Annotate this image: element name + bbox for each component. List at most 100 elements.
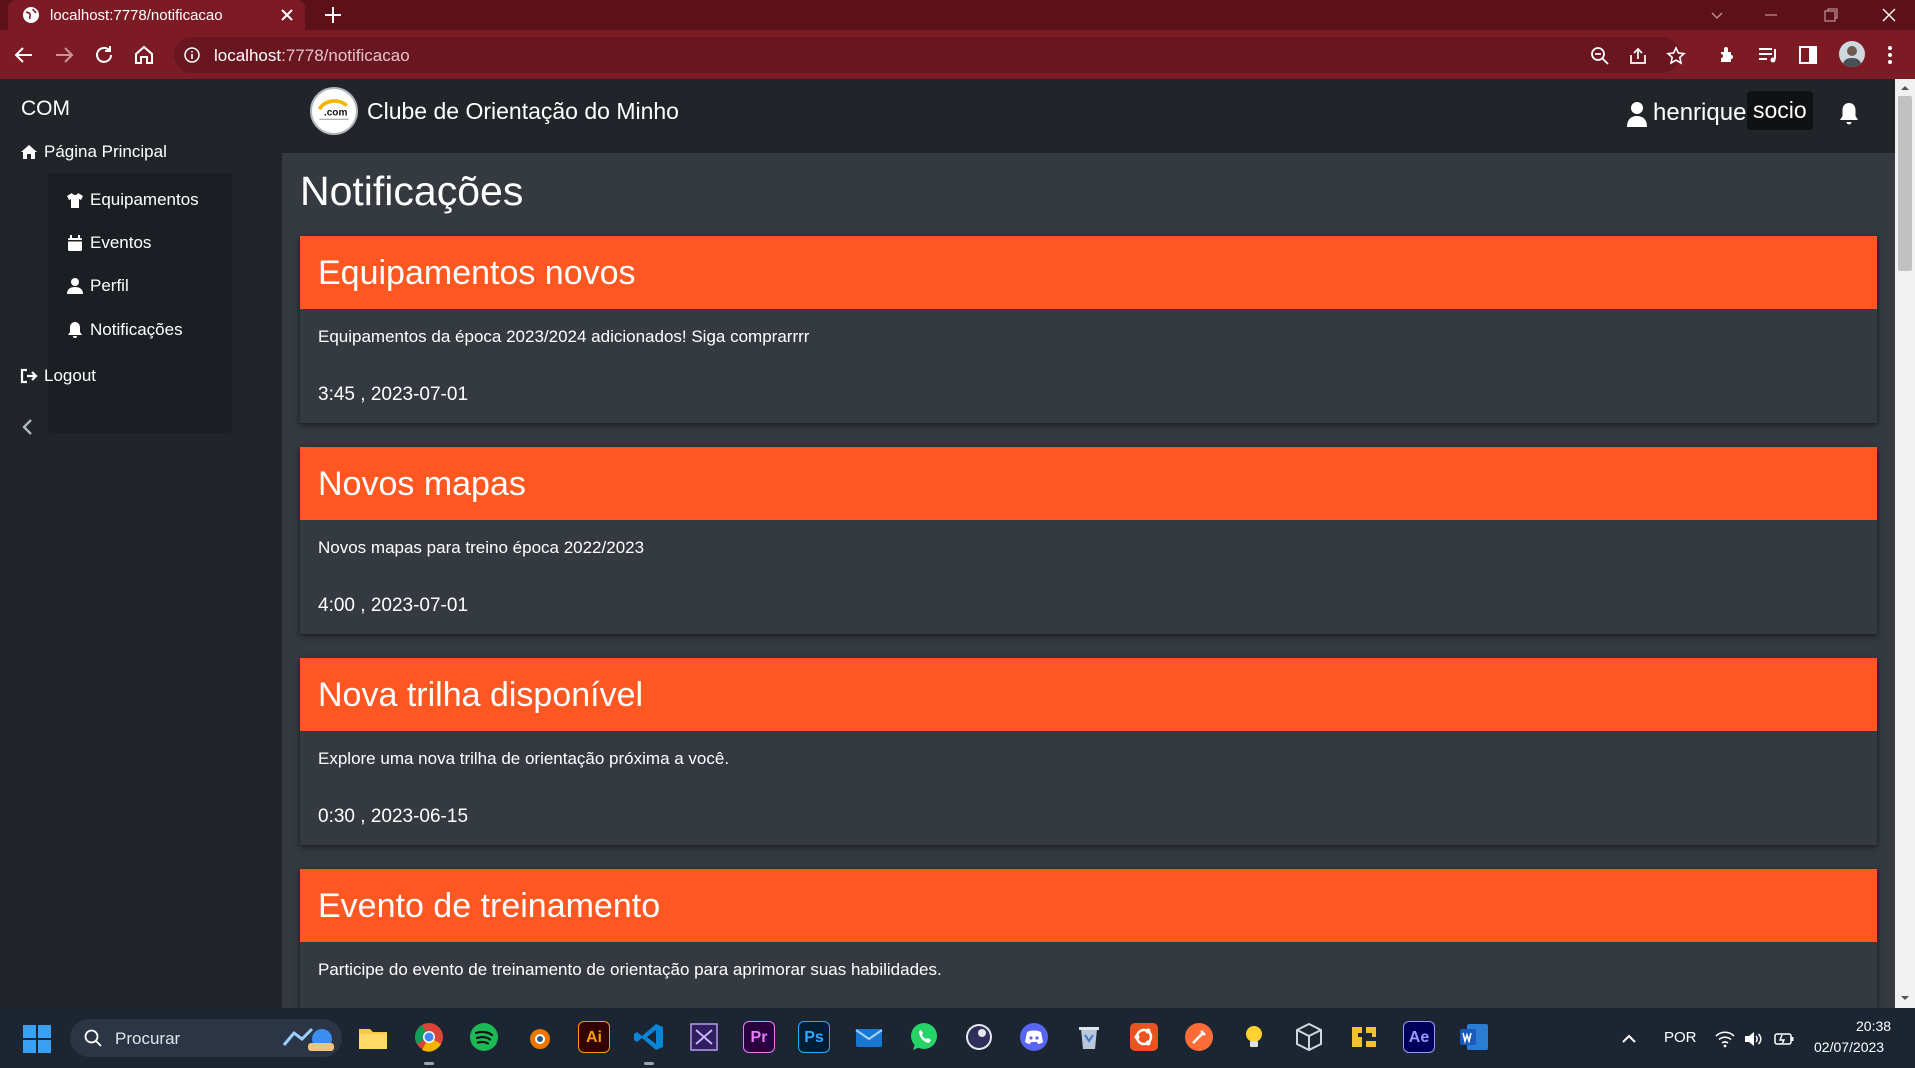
close-icon[interactable] xyxy=(279,7,295,23)
forward-icon[interactable] xyxy=(52,43,76,67)
search-placeholder: Procurar xyxy=(115,1029,181,1048)
notification-body: Participe do evento de treinamento de or… xyxy=(318,960,942,979)
kebab-menu-icon[interactable] xyxy=(1878,43,1902,67)
logo-text: .com xyxy=(324,108,348,119)
file-explorer-icon[interactable] xyxy=(357,1021,389,1053)
profile-avatar[interactable] xyxy=(1839,41,1865,67)
chevron-up-icon[interactable] xyxy=(1619,1030,1639,1048)
ubuntu-icon[interactable] xyxy=(1128,1021,1160,1053)
notification-title: Evento de treinamento xyxy=(318,887,661,925)
sidebar-item-home[interactable]: Página Principal xyxy=(20,142,167,162)
scroll-up-icon[interactable] xyxy=(1899,82,1911,94)
star-icon[interactable] xyxy=(1666,46,1686,66)
gamemaker-icon[interactable] xyxy=(1348,1021,1380,1053)
sidebar-item-perfil[interactable]: Perfil xyxy=(66,276,129,296)
battery-icon[interactable] xyxy=(1774,1030,1794,1048)
address-bar[interactable]: localhost:7778/notificacao xyxy=(174,37,1686,73)
whatsapp-icon[interactable] xyxy=(908,1021,940,1053)
after-effects-icon[interactable]: Ae xyxy=(1403,1021,1435,1053)
media-queue-icon[interactable] xyxy=(1756,43,1780,67)
notification-header: Novos mapas xyxy=(300,447,1877,520)
notification-timestamp: 0:30 , 2023-06-15 xyxy=(318,806,469,827)
logout-icon xyxy=(20,368,38,384)
url-path: :7778/notificacao xyxy=(281,46,410,65)
sidebar-item-logout[interactable]: Logout xyxy=(20,366,96,386)
wifi-icon[interactable] xyxy=(1715,1030,1735,1048)
restore-icon[interactable] xyxy=(1822,6,1840,24)
sidebar-item-label: Página Principal xyxy=(44,142,167,161)
blender-icon[interactable] xyxy=(523,1021,555,1053)
photoshop-icon[interactable]: Ps xyxy=(798,1021,830,1053)
user-icon xyxy=(67,278,83,294)
sidebar-item-label: Notificações xyxy=(90,320,183,339)
search-icon xyxy=(84,1029,102,1047)
sidebar-submenu xyxy=(48,173,232,433)
side-panel-icon[interactable] xyxy=(1796,43,1820,67)
url-text[interactable]: localhost:7778/notificacao xyxy=(214,46,410,66)
taskbar-search[interactable]: Procurar xyxy=(70,1019,342,1057)
search-highlight-icon xyxy=(282,1027,334,1051)
tab-search-icon[interactable] xyxy=(1708,6,1726,24)
discord-icon[interactable] xyxy=(1018,1021,1050,1053)
notification-body: Novos mapas para treino época 2022/2023 xyxy=(318,538,645,557)
sidebar-brand[interactable]: COM xyxy=(21,97,70,121)
lightbulb-icon[interactable] xyxy=(1238,1021,1270,1053)
sidebar-item-label: Eventos xyxy=(90,233,152,252)
windows-taskbar: Procurar Ai Pr Ps Ae POR 20:38 02/07/202… xyxy=(0,1008,1915,1068)
notification-card: Novos mapas Novos mapas para treino époc… xyxy=(300,447,1877,634)
club-logo[interactable]: .com xyxy=(310,87,358,135)
new-tab-icon[interactable] xyxy=(322,4,344,26)
sidebar-item-label: Logout xyxy=(44,366,96,385)
sidebar-item-eventos[interactable]: Eventos xyxy=(66,233,151,253)
notification-card: Evento de treinamento Participe do event… xyxy=(300,869,1877,1008)
3d-box-icon[interactable] xyxy=(1293,1021,1325,1053)
site-info-icon[interactable] xyxy=(184,47,200,63)
clock-date[interactable]: 02/07/2023 xyxy=(1814,1039,1884,1055)
username[interactable]: henrique xyxy=(1653,99,1746,127)
input-language[interactable]: POR xyxy=(1664,1029,1697,1046)
notification-title: Equipamentos novos xyxy=(318,254,636,292)
home-icon xyxy=(21,145,37,159)
reload-icon[interactable] xyxy=(92,43,116,67)
notification-header: Equipamentos novos xyxy=(300,236,1877,309)
club-logo-icon: .com xyxy=(317,99,349,120)
share-icon[interactable] xyxy=(1628,46,1648,66)
mail-icon[interactable] xyxy=(853,1021,885,1053)
sidebar-item-label: Perfil xyxy=(90,276,129,295)
recycle-bin-icon[interactable] xyxy=(1073,1021,1105,1053)
home-icon[interactable] xyxy=(132,43,156,67)
minimize-icon[interactable] xyxy=(1762,6,1780,24)
vscode-icon[interactable] xyxy=(633,1021,665,1053)
running-indicator xyxy=(424,1062,434,1065)
windows-start-icon[interactable] xyxy=(22,1024,52,1054)
clock-time[interactable]: 20:38 xyxy=(1856,1018,1891,1034)
club-name[interactable]: Clube de Orientação do Minho xyxy=(367,98,679,125)
visual-studio-icon[interactable] xyxy=(688,1021,720,1053)
illustrator-icon[interactable]: Ai xyxy=(578,1021,610,1053)
sidebar: COM Página Principal Equipamentos Evento… xyxy=(0,79,282,1008)
notification-body: Explore uma nova trilha de orientação pr… xyxy=(318,749,730,768)
browser-toolbar: localhost:7778/notificacao xyxy=(0,30,1915,79)
back-icon[interactable] xyxy=(12,43,36,67)
zoom-icon[interactable] xyxy=(1590,46,1610,66)
sidebar-item-equipamentos[interactable]: Equipamentos xyxy=(66,190,199,210)
bell-icon[interactable] xyxy=(1837,101,1861,127)
chrome-icon[interactable] xyxy=(413,1021,445,1053)
browser-tab[interactable]: localhost:7778/notificacao xyxy=(8,0,305,30)
word-icon[interactable] xyxy=(1458,1021,1490,1053)
scroll-down-icon[interactable] xyxy=(1899,992,1911,1004)
extensions-icon[interactable] xyxy=(1716,43,1740,67)
top-navbar: .com Clube de Orientação do Minho henriq… xyxy=(282,79,1895,153)
role-badge: socio xyxy=(1747,91,1813,130)
sidebar-item-notificacoes[interactable]: Notificações xyxy=(66,320,183,340)
postman-icon[interactable] xyxy=(1183,1021,1215,1053)
window-close-icon[interactable] xyxy=(1880,6,1898,24)
obs-icon[interactable] xyxy=(963,1021,995,1053)
spotify-icon[interactable] xyxy=(468,1021,500,1053)
premiere-icon[interactable]: Pr xyxy=(743,1021,775,1053)
running-indicator xyxy=(644,1062,654,1065)
notification-title: Novos mapas xyxy=(318,465,526,503)
scrollbar-thumb[interactable] xyxy=(1898,96,1912,271)
volume-icon[interactable] xyxy=(1743,1030,1763,1048)
chevron-left-icon[interactable] xyxy=(19,415,37,439)
